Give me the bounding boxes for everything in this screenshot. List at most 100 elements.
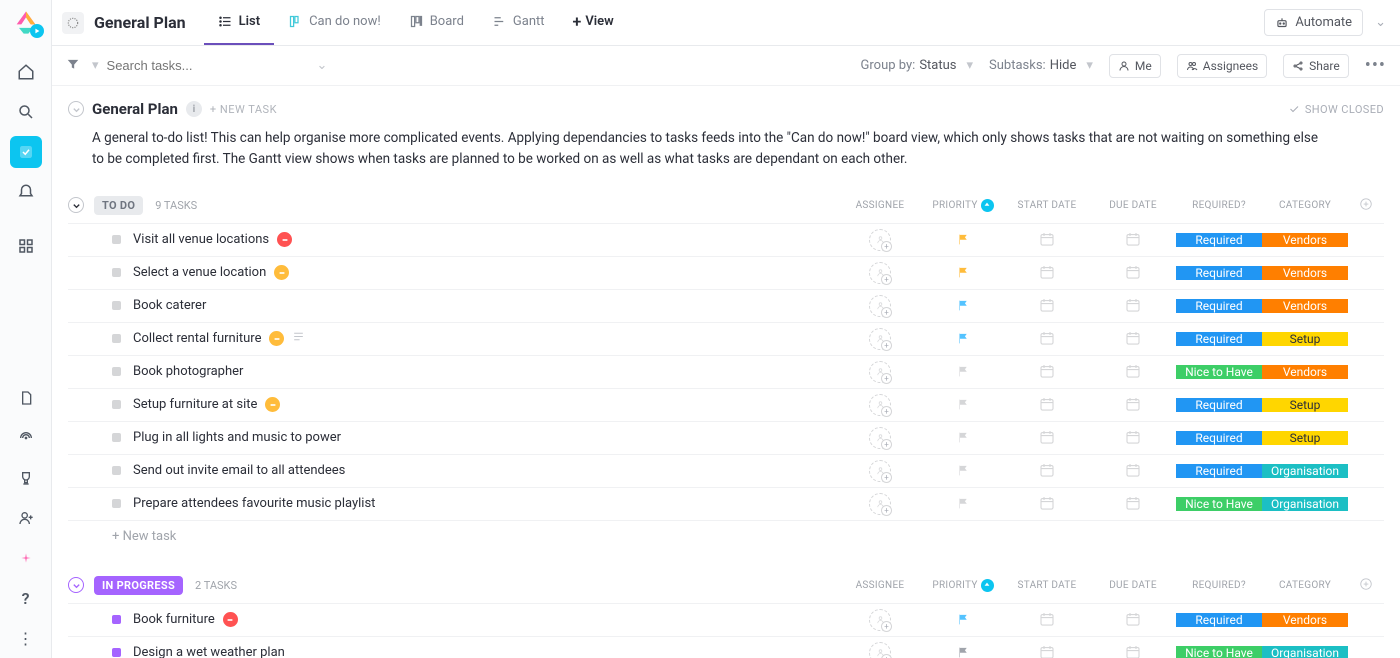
start-date-cell[interactable] bbox=[1004, 296, 1090, 316]
priority-cell[interactable] bbox=[922, 613, 1004, 626]
category-cell[interactable]: Vendors bbox=[1262, 365, 1348, 379]
filter-icon[interactable] bbox=[66, 57, 80, 75]
required-cell[interactable]: Nice to Have bbox=[1176, 497, 1262, 511]
info-icon[interactable]: i bbox=[186, 101, 202, 117]
task-row[interactable]: Prepare attendees favourite music playli… bbox=[68, 488, 1384, 521]
priority-cell[interactable] bbox=[922, 497, 1004, 510]
priority-cell[interactable] bbox=[922, 464, 1004, 477]
status-badge[interactable]: TO DO bbox=[94, 196, 143, 215]
status-square-icon[interactable] bbox=[112, 615, 121, 624]
group-collapse-icon[interactable] bbox=[68, 197, 84, 213]
task-row[interactable]: Send out invite email to all attendees +… bbox=[68, 455, 1384, 488]
help-icon[interactable]: ? bbox=[10, 582, 42, 614]
assignee-cell[interactable]: + bbox=[838, 229, 922, 251]
trophy-icon[interactable] bbox=[10, 462, 42, 494]
category-cell[interactable]: Vendors bbox=[1262, 266, 1348, 280]
due-date-cell[interactable] bbox=[1090, 329, 1176, 349]
due-date-cell[interactable] bbox=[1090, 296, 1176, 316]
category-cell[interactable]: Setup bbox=[1262, 398, 1348, 412]
col-assignee[interactable]: ASSIGNEE bbox=[838, 200, 922, 211]
task-row[interactable]: Book photographer + Nice to Have Vendors bbox=[68, 356, 1384, 389]
start-date-cell[interactable] bbox=[1004, 461, 1090, 481]
assignee-cell[interactable]: + bbox=[838, 609, 922, 631]
status-square-icon[interactable] bbox=[112, 433, 121, 442]
assignee-cell[interactable]: + bbox=[838, 642, 922, 658]
tab-board[interactable]: Board bbox=[395, 0, 478, 45]
priority-cell[interactable] bbox=[922, 646, 1004, 658]
search-input[interactable] bbox=[107, 58, 247, 73]
new-task-link[interactable]: + NEW TASK bbox=[210, 103, 277, 116]
start-date-cell[interactable] bbox=[1004, 395, 1090, 415]
due-date-cell[interactable] bbox=[1090, 461, 1176, 481]
assignee-cell[interactable]: + bbox=[838, 295, 922, 317]
priority-cell[interactable] bbox=[922, 398, 1004, 411]
notifications-icon[interactable] bbox=[10, 176, 42, 208]
priority-cell[interactable] bbox=[922, 233, 1004, 246]
start-date-cell[interactable] bbox=[1004, 643, 1090, 658]
col-priority[interactable]: PRIORITY bbox=[922, 199, 1004, 212]
app-logo[interactable] bbox=[12, 8, 40, 36]
due-date-cell[interactable] bbox=[1090, 494, 1176, 514]
required-cell[interactable]: Nice to Have bbox=[1176, 365, 1262, 379]
due-date-cell[interactable] bbox=[1090, 362, 1176, 382]
tab-list[interactable]: List bbox=[204, 0, 274, 45]
col-start-date[interactable]: START DATE bbox=[1004, 580, 1090, 591]
group-by-control[interactable]: Group by: Status ▾ bbox=[861, 58, 973, 73]
add-view-button[interactable]: +View bbox=[559, 0, 628, 45]
assignee-cell[interactable]: + bbox=[838, 262, 922, 284]
list-collapse-icon[interactable] bbox=[68, 101, 84, 117]
me-button[interactable]: Me bbox=[1109, 54, 1161, 78]
required-cell[interactable]: Required bbox=[1176, 464, 1262, 478]
status-badge[interactable]: IN PROGRESS bbox=[94, 576, 183, 595]
col-due-date[interactable]: DUE DATE bbox=[1090, 200, 1176, 211]
status-square-icon[interactable] bbox=[112, 367, 121, 376]
status-square-icon[interactable] bbox=[112, 334, 121, 343]
doc-icon[interactable] bbox=[10, 382, 42, 414]
assignee-cell[interactable]: + bbox=[838, 328, 922, 350]
task-row[interactable]: Setup furniture at site + Required Setup bbox=[68, 389, 1384, 422]
due-date-cell[interactable] bbox=[1090, 263, 1176, 283]
category-cell[interactable]: Organisation bbox=[1262, 497, 1348, 511]
task-row[interactable]: Plug in all lights and music to power + … bbox=[68, 422, 1384, 455]
group-collapse-icon[interactable] bbox=[68, 577, 84, 593]
assignee-cell[interactable]: + bbox=[838, 361, 922, 383]
sparkle-icon[interactable] bbox=[10, 542, 42, 574]
required-cell[interactable]: Required bbox=[1176, 332, 1262, 346]
priority-cell[interactable] bbox=[922, 266, 1004, 279]
more-icon[interactable]: ⋮ bbox=[10, 622, 42, 654]
category-cell[interactable]: Setup bbox=[1262, 431, 1348, 445]
add-column-icon[interactable] bbox=[1348, 577, 1384, 594]
assignee-cell[interactable]: + bbox=[838, 427, 922, 449]
search-caret-icon[interactable]: ⌄ bbox=[317, 58, 328, 73]
col-due-date[interactable]: DUE DATE bbox=[1090, 580, 1176, 591]
category-cell[interactable]: Vendors bbox=[1262, 613, 1348, 627]
folder-icon[interactable] bbox=[62, 12, 84, 34]
status-square-icon[interactable] bbox=[112, 466, 121, 475]
subtasks-control[interactable]: Subtasks: Hide ▾ bbox=[989, 58, 1093, 73]
required-cell[interactable]: Required bbox=[1176, 431, 1262, 445]
task-row[interactable]: Book caterer + Required Vendors bbox=[68, 290, 1384, 323]
automate-chevron-icon[interactable]: ⌄ bbox=[1371, 15, 1390, 30]
more-options-icon[interactable]: ••• bbox=[1365, 55, 1386, 76]
status-square-icon[interactable] bbox=[112, 235, 121, 244]
priority-cell[interactable] bbox=[922, 332, 1004, 345]
add-task-row[interactable]: + New task bbox=[68, 521, 1384, 552]
col-priority[interactable]: PRIORITY bbox=[922, 579, 1004, 592]
filter-caret-icon[interactable]: ▾ bbox=[92, 58, 99, 73]
col-assignee[interactable]: ASSIGNEE bbox=[838, 580, 922, 591]
task-row[interactable]: Select a venue location + Required Vendo… bbox=[68, 257, 1384, 290]
priority-cell[interactable] bbox=[922, 299, 1004, 312]
col-required[interactable]: REQUIRED? bbox=[1176, 580, 1262, 591]
priority-cell[interactable] bbox=[922, 365, 1004, 378]
category-cell[interactable]: Vendors bbox=[1262, 233, 1348, 247]
required-cell[interactable]: Required bbox=[1176, 613, 1262, 627]
task-row[interactable]: Visit all venue locations + Required Ven… bbox=[68, 224, 1384, 257]
status-square-icon[interactable] bbox=[112, 499, 121, 508]
required-cell[interactable]: Required bbox=[1176, 299, 1262, 313]
required-cell[interactable]: Required bbox=[1176, 233, 1262, 247]
required-cell[interactable]: Required bbox=[1176, 266, 1262, 280]
status-square-icon[interactable] bbox=[112, 400, 121, 409]
category-cell[interactable]: Organisation bbox=[1262, 464, 1348, 478]
priority-cell[interactable] bbox=[922, 431, 1004, 444]
signal-icon[interactable] bbox=[10, 422, 42, 454]
